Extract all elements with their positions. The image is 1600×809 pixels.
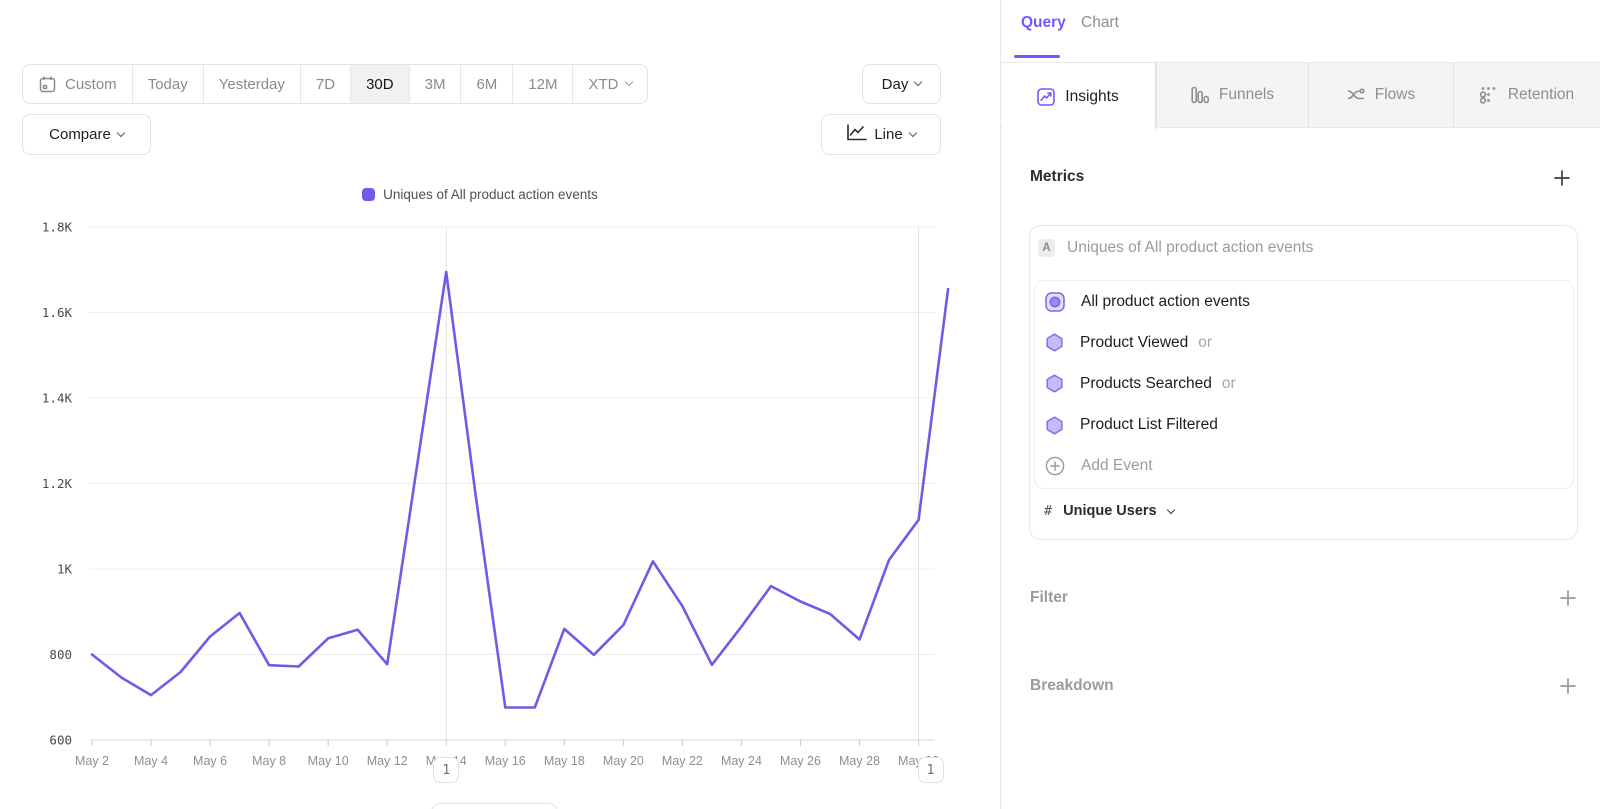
report-tab-label: Insights xyxy=(1065,88,1118,106)
section-title: Breakdown xyxy=(1030,677,1114,695)
x-tick-label: May 28 xyxy=(839,754,880,768)
event-label: Product Viewed xyxy=(1080,334,1188,352)
report-tab-funnels[interactable]: Funnels xyxy=(1156,63,1308,127)
annotation-badge[interactable]: 1 xyxy=(918,757,944,783)
add-breakdown-button[interactable] xyxy=(1558,676,1578,696)
x-tick-label: May 18 xyxy=(544,754,585,768)
event-operator: or xyxy=(1198,334,1212,352)
y-tick-label: 800 xyxy=(49,647,72,662)
event-label: All product action events xyxy=(1081,293,1250,311)
report-tab-retention[interactable]: Retention xyxy=(1453,63,1600,127)
y-tick-label: 1.8K xyxy=(42,220,73,235)
all-events-icon xyxy=(1045,292,1065,312)
line-chart[interactable]: 600 800 1K 1.2K 1.4K 1.6K 1.8K May 2 May 4 May 6 M… xyxy=(0,0,960,809)
y-tick-label: 1.6K xyxy=(42,305,73,320)
y-tick-label: 1K xyxy=(57,562,73,577)
add-event-button[interactable]: Add Event xyxy=(1035,446,1573,487)
insights-icon xyxy=(1037,88,1055,106)
report-tab-flows[interactable]: Flows xyxy=(1308,63,1453,127)
x-tick-label: May 6 xyxy=(193,754,227,768)
event-operator: or xyxy=(1222,375,1236,393)
series-line[interactable] xyxy=(92,272,948,708)
tab-query[interactable]: Query xyxy=(1021,14,1066,32)
add-metric-button[interactable] xyxy=(1552,168,1572,188)
annotation-badge[interactable]: 1 xyxy=(433,757,459,783)
x-tick-label: May 4 xyxy=(134,754,168,768)
event-row[interactable]: Product List Filtered xyxy=(1035,405,1573,446)
active-tab-underline xyxy=(1014,55,1060,58)
x-tick-label: May 12 xyxy=(367,754,408,768)
hexagon-icon xyxy=(1045,416,1064,435)
y-tick-label: 600 xyxy=(49,733,72,748)
add-filter-button[interactable] xyxy=(1558,588,1578,608)
flows-icon xyxy=(1347,86,1365,104)
report-tab-label: Flows xyxy=(1375,86,1415,104)
series-badge: A xyxy=(1038,239,1055,257)
x-tick-label: May 2 xyxy=(75,754,109,768)
x-tick-label: May 8 xyxy=(252,754,286,768)
report-type-tabs: Insights Funnels Flows Retention xyxy=(1001,62,1600,128)
report-tab-insights[interactable]: Insights xyxy=(1001,63,1156,130)
x-tick-label: May 10 xyxy=(308,754,349,768)
event-row[interactable]: Product Viewed or xyxy=(1035,322,1573,363)
event-row[interactable]: All product action events xyxy=(1035,281,1573,322)
metric-card: A Uniques of All product action events A… xyxy=(1029,225,1578,540)
event-label: Product List Filtered xyxy=(1080,416,1218,434)
report-tab-label: Funnels xyxy=(1219,86,1274,104)
x-tick-label: May 16 xyxy=(485,754,526,768)
aggregation-label: Unique Users xyxy=(1063,503,1156,519)
tooltip-partial xyxy=(431,803,558,809)
section-filter: Filter xyxy=(1030,588,1578,608)
series-header[interactable]: A Uniques of All product action events xyxy=(1038,239,1313,257)
number-icon: # xyxy=(1044,503,1052,519)
add-icon xyxy=(1045,456,1065,476)
insights-report-page: CustomTodayYesterday7D30D3M6M12MXTD Day … xyxy=(0,0,1600,809)
chevron-down-icon xyxy=(1166,506,1174,514)
funnels-icon xyxy=(1191,86,1209,104)
y-tick-label: 1.2K xyxy=(42,476,73,491)
tab-chart[interactable]: Chart xyxy=(1081,14,1119,32)
x-tick-label: May 20 xyxy=(603,754,644,768)
x-tick-label: May 24 xyxy=(721,754,762,768)
event-row[interactable]: Products Searched or xyxy=(1035,363,1573,404)
x-tick-label: May 26 xyxy=(780,754,821,768)
section-title: Filter xyxy=(1030,589,1068,607)
hexagon-icon xyxy=(1045,333,1064,352)
hexagon-icon xyxy=(1045,374,1064,393)
event-label: Products Searched xyxy=(1080,375,1212,393)
report-tab-label: Retention xyxy=(1508,86,1574,104)
metrics-section-title: Metrics xyxy=(1030,168,1084,186)
aggregation-dropdown[interactable]: # Unique Users xyxy=(1044,503,1174,519)
event-list-card: All product action events Product Viewed o… xyxy=(1034,280,1574,489)
event-label: Add Event xyxy=(1081,457,1153,475)
x-tick-label: May 22 xyxy=(662,754,703,768)
section-breakdown: Breakdown xyxy=(1030,676,1578,696)
y-tick-label: 1.4K xyxy=(42,391,73,406)
retention-icon xyxy=(1480,86,1498,104)
series-label: Uniques of All product action events xyxy=(1067,239,1313,257)
